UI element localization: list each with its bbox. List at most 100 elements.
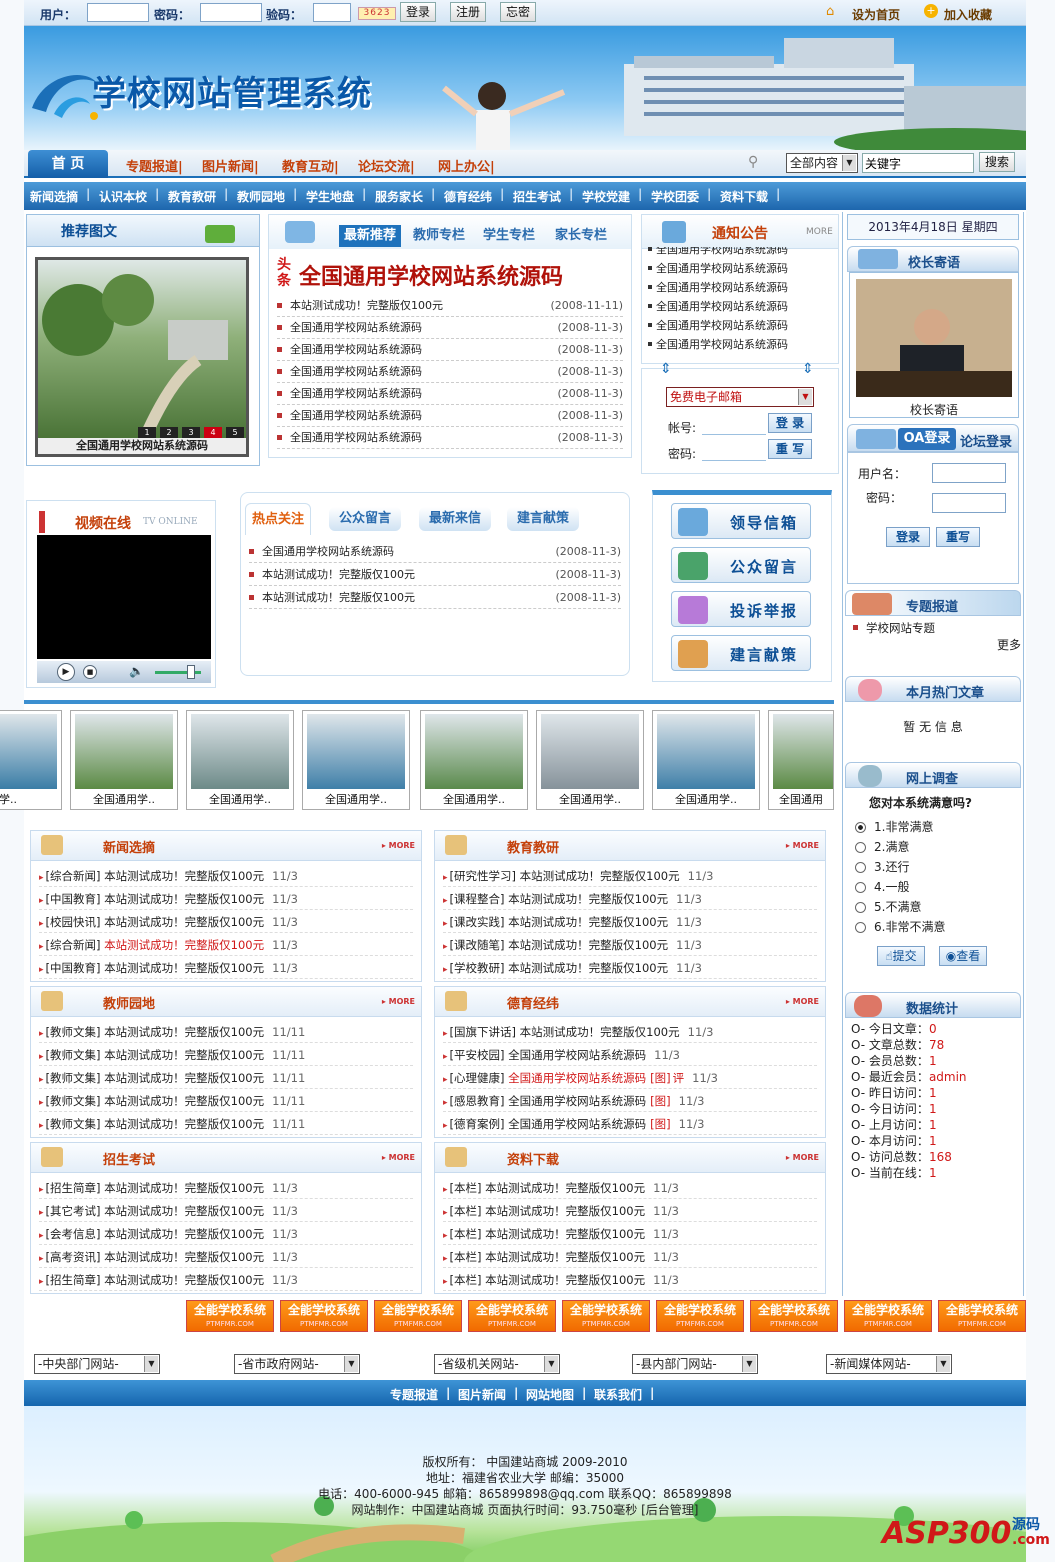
mail-account-input[interactable]	[702, 417, 766, 435]
news-item[interactable]: 全国通用学校网站系统源码 (2008-11-3)	[277, 383, 623, 405]
search-button[interactable]: 搜索	[979, 152, 1015, 172]
forgot-button[interactable]: 忘密	[500, 2, 536, 22]
add-favorite-link[interactable]: 加入收藏	[944, 6, 992, 23]
nav-home[interactable]: 首 页	[28, 150, 108, 178]
section-item[interactable]: ▸ [综合新闻] 本站测试成功！完整版仅100元 11/3	[39, 934, 413, 956]
section-item[interactable]: ▸ [学校教研] 本站测试成功！完整版仅100元 11/3	[443, 957, 817, 979]
ad-banner[interactable]: 全能学校系统 PTMFMR.COM	[468, 1300, 556, 1332]
volume-handle[interactable]	[187, 665, 195, 679]
nav-link[interactable]: 教育互动|	[282, 156, 339, 175]
service-button[interactable]: 投诉举报	[671, 591, 811, 627]
survey-submit-button[interactable]: ☝提交	[877, 946, 925, 966]
section-more-link[interactable]: ▸ MORE	[382, 1153, 415, 1162]
news-item[interactable]: 全国通用学校网站系统源码 (2008-11-3)	[277, 317, 623, 339]
nav-link[interactable]: 网上办公|	[438, 156, 495, 175]
section-item[interactable]: ▸ [校园快讯] 本站测试成功！完整版仅100元 11/3	[39, 911, 413, 933]
featured-caption[interactable]: 全国通用学校网站系统源码	[38, 438, 246, 454]
username-input[interactable]	[87, 3, 149, 22]
footer-link[interactable]: 联系我们	[594, 1386, 642, 1403]
section-item[interactable]: ▸ [教师文集] 本站测试成功！完整版仅100元 11/11	[39, 1113, 413, 1135]
gallery-thumb[interactable]: 全国通用学..	[186, 710, 294, 810]
category-link[interactable]: 服务家长	[375, 188, 423, 205]
link-select[interactable]: -中央部门网站- ▼	[34, 1354, 160, 1374]
tab-teacher[interactable]: 教师专栏	[413, 225, 465, 247]
section-item[interactable]: ▸ [课改实践] 本站测试成功！完整版仅100元 11/3	[443, 911, 817, 933]
section-more-link[interactable]: ▸ MORE	[382, 841, 415, 850]
section-more-link[interactable]: ▸ MORE	[786, 841, 819, 850]
section-item[interactable]: ▸ [课程整合] 本站测试成功！完整版仅100元 11/3	[443, 888, 817, 910]
section-more-link[interactable]: ▸ MORE	[382, 997, 415, 1006]
radio-icon[interactable]	[855, 922, 866, 933]
survey-option[interactable]: 6.非常不满意	[855, 918, 945, 935]
video-player[interactable]	[37, 535, 211, 659]
survey-option[interactable]: 1.非常满意	[855, 818, 933, 835]
gallery-thumb[interactable]: 全国通用	[768, 710, 834, 810]
topic-more-link[interactable]: 更多	[997, 636, 1021, 653]
section-item[interactable]: ▸ [研究性学习] 本站测试成功！完整版仅100元 11/3	[443, 865, 817, 887]
ad-banner[interactable]: 全能学校系统 PTMFMR.COM	[750, 1300, 838, 1332]
news-item[interactable]: 全国通用学校网站系统源码 (2008-11-3)	[277, 361, 623, 383]
service-button[interactable]: 公众留言	[671, 547, 811, 583]
gallery-thumb[interactable]: 全国通用学..	[302, 710, 410, 810]
principal-photo[interactable]	[856, 279, 1012, 397]
notice-item[interactable]: 全国通用学校网站系统源码	[648, 279, 788, 295]
radio-icon[interactable]	[855, 822, 866, 833]
survey-option[interactable]: 4.一般	[855, 878, 909, 895]
link-select[interactable]: -新闻媒体网站- ▼	[826, 1354, 952, 1374]
news-item[interactable]: 全国通用学校网站系统源码 (2008-11-3)	[277, 405, 623, 427]
notice-item[interactable]: 全国通用学校网站系统源码	[648, 317, 788, 333]
captcha-input[interactable]	[313, 3, 351, 22]
tab-suggestions[interactable]: 建言献策	[507, 507, 579, 531]
news-item[interactable]: 本站测试成功！完整版仅100元 (2008-11-11)	[277, 295, 623, 317]
category-link[interactable]: 学校团委	[651, 188, 699, 205]
tab-oa-login[interactable]: OA登录	[898, 428, 956, 450]
survey-option[interactable]: 2.满意	[855, 838, 909, 855]
oa-username-input[interactable]	[932, 463, 1006, 483]
mail-password-input[interactable]	[702, 443, 766, 461]
notice-more-link[interactable]: MORE	[806, 227, 833, 237]
gallery-thumb[interactable]: 全国通用学..	[536, 710, 644, 810]
category-link[interactable]: 招生考试	[513, 188, 561, 205]
tab-public-message[interactable]: 公众留言	[329, 507, 401, 531]
notice-item[interactable]: 全国通用学校网站系统源码	[648, 298, 788, 314]
password-input[interactable]	[200, 3, 262, 22]
oa-password-input[interactable]	[932, 493, 1006, 513]
login-button[interactable]: 登录	[400, 2, 436, 22]
section-item[interactable]: ▸ [会考信息] 本站测试成功！完整版仅100元 11/3	[39, 1223, 413, 1245]
section-item[interactable]: ▸ [综合新闻] 本站测试成功！完整版仅100元 11/3	[39, 865, 413, 887]
ad-banner[interactable]: 全能学校系统 PTMFMR.COM	[280, 1300, 368, 1332]
register-button[interactable]: 注册	[450, 2, 486, 22]
section-item[interactable]: ▸ [教师文集] 本站测试成功！完整版仅100元 11/11	[39, 1067, 413, 1089]
topic-item[interactable]: 学校网站专题	[853, 620, 935, 636]
ad-banner[interactable]: 全能学校系统 PTMFMR.COM	[186, 1300, 274, 1332]
footer-link[interactable]: 图片新闻	[458, 1386, 506, 1403]
link-select[interactable]: -县内部门网站- ▼	[632, 1354, 758, 1374]
section-item[interactable]: ▸ [国旗下讲话] 本站测试成功！完整版仅100元 11/3	[443, 1021, 817, 1043]
nav-link[interactable]: 专题报道|	[126, 156, 183, 175]
radio-icon[interactable]	[855, 882, 866, 893]
oa-reset-button[interactable]: 重写	[936, 527, 980, 547]
gallery-thumb[interactable]: 学..	[0, 710, 62, 810]
ad-banner[interactable]: 全能学校系统 PTMFMR.COM	[844, 1300, 932, 1332]
link-select[interactable]: -省级机关网站- ▼	[434, 1354, 560, 1374]
section-item[interactable]: ▸ [感恩教育] 全国通用学校网站系统源码 [图] 11/3	[443, 1090, 817, 1112]
section-item[interactable]: ▸ [本栏] 本站测试成功！完整版仅100元 11/3	[443, 1269, 817, 1291]
survey-view-button[interactable]: ◉查看	[939, 946, 987, 966]
hot-item[interactable]: 本站测试成功！完整版仅100元 (2008-11-3)	[249, 587, 621, 609]
gallery-thumb[interactable]: 全国通用学..	[420, 710, 528, 810]
radio-icon[interactable]	[855, 902, 866, 913]
section-item[interactable]: ▸ [招生简章] 本站测试成功！完整版仅100元 11/3	[39, 1177, 413, 1199]
category-link[interactable]: 资料下载	[720, 188, 768, 205]
search-scope-select[interactable]: 全部内容 ▼	[786, 153, 858, 173]
service-button[interactable]: 领导信箱	[671, 503, 811, 539]
stop-icon[interactable]: ■	[83, 665, 97, 679]
section-item[interactable]: ▸ [本栏] 本站测试成功！完整版仅100元 11/3	[443, 1223, 817, 1245]
category-link[interactable]: 学生地盘	[306, 188, 354, 205]
ad-banner[interactable]: 全能学校系统 PTMFMR.COM	[562, 1300, 650, 1332]
tab-student[interactable]: 学生专栏	[483, 225, 535, 247]
footer-link[interactable]: 网站地图	[526, 1386, 574, 1403]
news-item[interactable]: 全国通用学校网站系统源码 (2008-11-3)	[277, 427, 623, 449]
survey-option[interactable]: 5.不满意	[855, 898, 921, 915]
section-item[interactable]: ▸ [教师文集] 本站测试成功！完整版仅100元 11/11	[39, 1090, 413, 1112]
mail-provider-select[interactable]: 免费电子邮箱 ▼	[666, 387, 814, 407]
